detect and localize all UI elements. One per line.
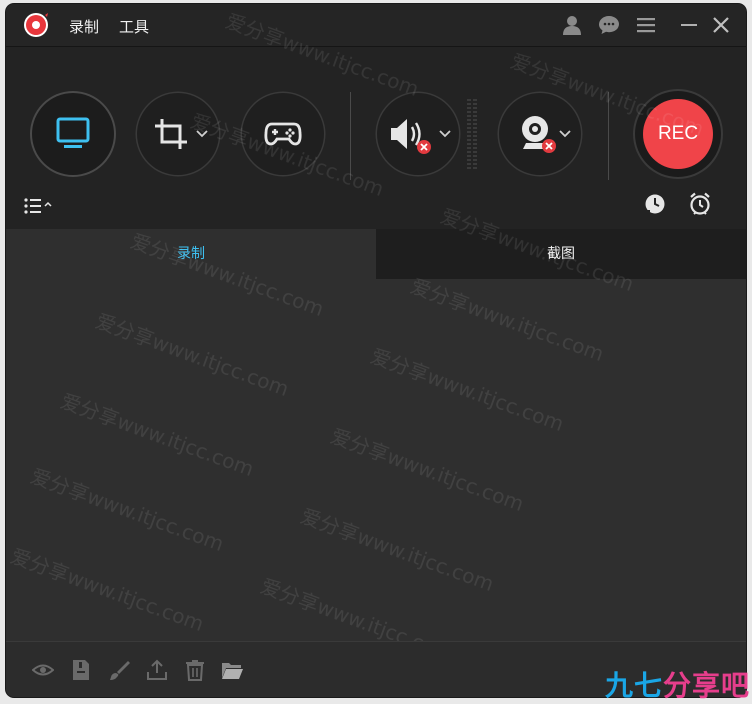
brush-icon[interactable] bbox=[108, 659, 130, 681]
trash-icon[interactable] bbox=[184, 659, 206, 681]
webcam-button[interactable] bbox=[499, 93, 581, 175]
game-record-button[interactable] bbox=[242, 93, 324, 175]
title-bar: 录制 工具 bbox=[6, 4, 746, 46]
minimize-icon[interactable] bbox=[678, 14, 700, 36]
gamepad-icon bbox=[264, 122, 302, 146]
speaker-icon bbox=[391, 119, 431, 154]
upload-icon[interactable] bbox=[146, 659, 168, 681]
recording-toolbar: REC bbox=[6, 46, 746, 230]
crop-icon bbox=[155, 119, 187, 149]
screen-record-button[interactable] bbox=[32, 93, 114, 175]
menu-tools[interactable]: 工具 bbox=[119, 16, 149, 37]
chevron-down-icon[interactable] bbox=[559, 130, 571, 138]
brand-text-part2: 分享吧 bbox=[663, 669, 751, 702]
rec-button-ring[interactable]: REC bbox=[635, 91, 721, 177]
menu-record[interactable]: 录制 bbox=[69, 16, 99, 37]
clock-icon[interactable] bbox=[644, 193, 666, 215]
webcam-icon bbox=[522, 116, 556, 153]
chat-bubble-icon[interactable] bbox=[598, 14, 620, 36]
chevron-down-icon[interactable] bbox=[439, 130, 451, 138]
list-icon[interactable] bbox=[23, 197, 55, 215]
recordings-list bbox=[6, 279, 746, 641]
toolbar-divider bbox=[350, 92, 351, 180]
alarm-clock-icon[interactable] bbox=[689, 192, 711, 216]
brand-text-part1: 九七 bbox=[605, 669, 664, 702]
region-record-button[interactable] bbox=[137, 93, 219, 175]
record-logo-icon[interactable] bbox=[23, 12, 49, 38]
monitor-icon bbox=[56, 117, 90, 148]
system-audio-button[interactable] bbox=[377, 93, 459, 175]
audio-level-meter bbox=[467, 99, 477, 169]
eye-icon[interactable] bbox=[32, 659, 54, 681]
tab-record[interactable]: 录制 bbox=[6, 229, 376, 279]
toolbar-divider bbox=[608, 92, 609, 180]
tab-bar: 录制 截图 bbox=[6, 229, 746, 279]
user-icon[interactable] bbox=[561, 14, 583, 36]
save-file-icon[interactable] bbox=[70, 659, 92, 681]
hamburger-menu-icon[interactable] bbox=[635, 14, 657, 36]
close-icon[interactable] bbox=[710, 14, 732, 36]
rec-button[interactable]: REC bbox=[643, 99, 713, 169]
folder-icon[interactable] bbox=[221, 659, 243, 681]
tab-screenshot[interactable]: 截图 bbox=[376, 229, 746, 279]
chevron-down-icon[interactable] bbox=[196, 130, 208, 138]
app-window: 录制 工具 REC 录制 截图 bbox=[6, 4, 746, 697]
corner-brand-logo: 九七分享吧 bbox=[605, 664, 750, 704]
